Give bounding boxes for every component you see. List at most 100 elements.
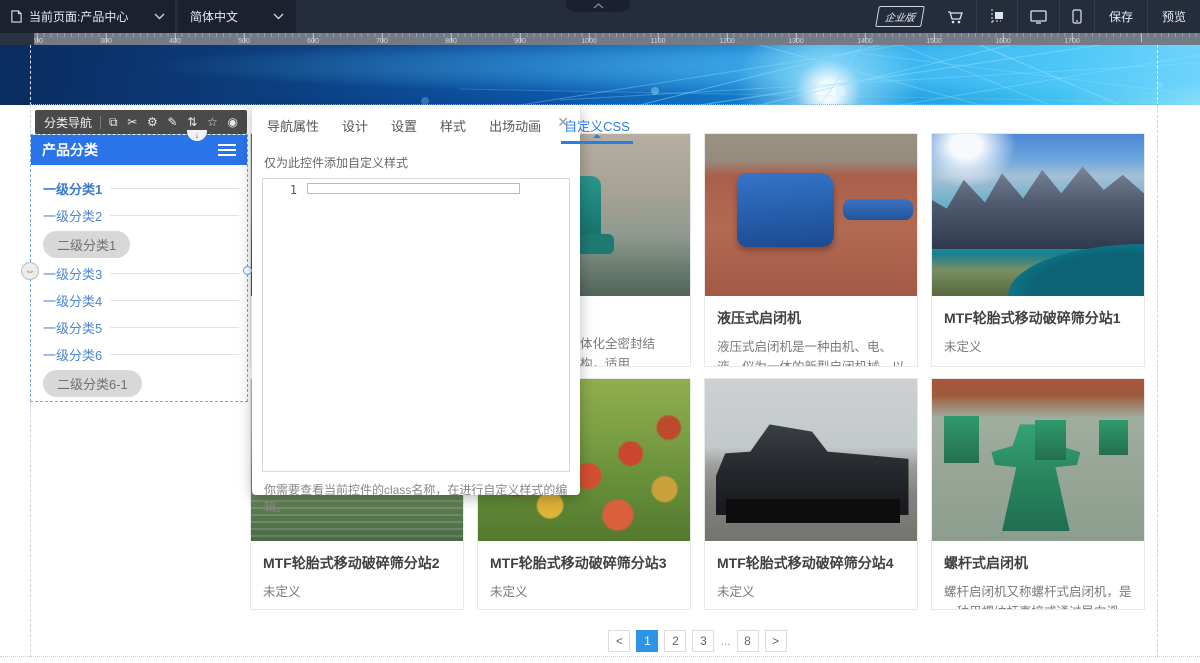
pagination-button-2[interactable]: 2	[664, 630, 686, 652]
chevron-up-icon	[593, 3, 604, 9]
category-pill[interactable]: 二级分类1	[43, 231, 130, 258]
product-description: 螺杆启闭机又称螺杆式启闭机，是一种用螺纹杆直接或通过导向滑块、连杆与闸门门...	[944, 582, 1132, 610]
product-card[interactable]: 液压式启闭机液压式启闭机是一种由机、电、液、仪为一体的新型启闭机械，以液压缸为主…	[704, 133, 918, 367]
dialog-tab-设计[interactable]: 设计	[339, 116, 371, 144]
ruler-label: 900	[514, 38, 526, 45]
css-code-editor[interactable]: 1	[262, 178, 570, 472]
widget-toolbar-icons: ⧉ ✂ ⚙ ✎ ⇅ ☆ ◉	[109, 116, 238, 128]
dialog-tab-导航属性[interactable]: 导航属性	[264, 116, 322, 144]
category-item-一级分类4[interactable]: 一级分类4	[43, 287, 239, 314]
product-info: MTF轮胎式移动破碎筛分站4未定义	[705, 541, 917, 610]
line-number-gutter: 1	[263, 179, 307, 471]
dialog-subtitle: 仅为此控件添加自定义样式	[264, 154, 568, 171]
divider	[110, 327, 239, 328]
edition-badge: 企业版	[875, 6, 925, 27]
product-image	[932, 379, 1144, 541]
collapse-topbar-handle[interactable]	[566, 0, 630, 12]
pagination-button-8[interactable]: 8	[737, 630, 759, 652]
product-image	[932, 134, 1144, 296]
menu-icon[interactable]	[218, 141, 236, 159]
category-item-二级分类6-1[interactable]: 二级分类6-1	[43, 368, 239, 399]
product-description: 体化全密封结构，适用 蜗杆传动。	[580, 334, 678, 367]
category-label: 一级分类2	[43, 206, 102, 225]
product-description: 未定义	[717, 582, 905, 602]
resize-handle-right[interactable]	[243, 266, 252, 275]
move-icon[interactable]: ⇅	[187, 116, 197, 128]
category-label: 一级分类1	[43, 179, 102, 198]
product-card[interactable]: MTF轮胎式移动破碎筛分站1未定义	[931, 133, 1145, 367]
duplicate-icon[interactable]: ⧉	[109, 116, 118, 128]
ruler-label: 1500	[926, 38, 942, 45]
product-info: MTF轮胎式移动破碎筛分站1未定义	[932, 296, 1144, 366]
code-input-line[interactable]	[307, 183, 520, 194]
dialog-tab-出场动画[interactable]: 出场动画	[486, 116, 544, 144]
pagination: <123... 8 >	[250, 630, 1145, 652]
page-guide-right-lower	[1157, 105, 1158, 657]
ruler-label: 1700	[1064, 38, 1080, 45]
ruler-label: 1200	[719, 38, 735, 45]
language-selector[interactable]: 简体中文	[178, 0, 296, 33]
page-guide-left	[30, 45, 31, 105]
product-description: 未定义	[263, 582, 451, 602]
visibility-icon[interactable]: ◉	[227, 116, 237, 128]
resize-handle-left[interactable]: ⇔	[21, 262, 39, 280]
hero-banner[interactable]	[0, 45, 1200, 105]
ruler-label: 700	[376, 38, 388, 45]
product-title: MTF轮胎式移动破碎筛分站3	[490, 553, 678, 573]
product-title: MTF轮胎式移动破碎筛分站2	[263, 553, 451, 573]
ruler-label: 1300	[788, 38, 804, 45]
pagination-button-3[interactable]: 3	[692, 630, 714, 652]
pagination-button-<[interactable]: <	[608, 630, 630, 652]
dialog-tab-自定义CSS[interactable]: 自定义CSS	[561, 116, 633, 144]
dialog-tab-样式[interactable]: 样式	[437, 116, 469, 144]
dialog-tab-设置[interactable]: 设置	[388, 116, 420, 144]
chevron-down-icon	[273, 13, 284, 20]
category-item-一级分类3[interactable]: 一级分类3	[43, 260, 239, 287]
preview-button[interactable]: 预览	[1148, 0, 1200, 33]
product-info: MTF轮胎式移动破碎筛分站2 未定义	[251, 541, 463, 610]
ruler-label: 500	[238, 38, 250, 45]
category-label: 一级分类6	[43, 345, 102, 364]
category-list: 一级分类1 一级分类2 二级分类1一级分类3一级分类4一级分类5 一级分类6 二级分类6…	[31, 165, 247, 405]
dialog-footer-hint: 你需要查看当前控件的class名称，在进行自定义样式的编辑。	[264, 481, 568, 515]
ruler-label: 1100	[650, 38, 665, 45]
pagination-button-1[interactable]: 1	[636, 630, 658, 652]
cut-icon[interactable]: ✂	[127, 116, 137, 128]
topbar-actions: 企业版 保存 预览	[865, 0, 1200, 33]
product-info: MTF轮胎式移动破碎筛分站3未定义	[478, 541, 690, 610]
pagination-button->[interactable]: >	[765, 630, 787, 652]
category-item-一级分类1[interactable]: 一级分类1	[43, 175, 239, 202]
divider	[110, 300, 239, 301]
settings-icon[interactable]: ⚙	[147, 116, 158, 128]
product-card[interactable]: 螺杆式启闭机螺杆启闭机又称螺杆式启闭机，是一种用螺纹杆直接或通过导向滑块、连杆与…	[931, 378, 1145, 610]
close-icon[interactable]: ✕	[557, 115, 569, 129]
ruler-label: 1000	[581, 38, 597, 45]
code-area[interactable]	[307, 179, 569, 471]
category-pill[interactable]: 二级分类6-1	[43, 370, 142, 397]
desktop-view-icon[interactable]	[1018, 0, 1059, 33]
chevron-down-icon	[154, 13, 165, 20]
widget-settings-dialog: 导航属性设计设置样式出场动画自定义CSS ✕ 仅为此控件添加自定义样式 1 你需…	[252, 105, 580, 495]
product-image	[705, 379, 917, 541]
edit-icon[interactable]: ✎	[167, 116, 177, 128]
category-item-一级分类2[interactable]: 一级分类2	[43, 202, 239, 229]
category-item-一级分类5[interactable]: 一级分类5	[43, 314, 239, 341]
pagination-ellipsis: ...	[720, 630, 730, 652]
mobile-view-icon[interactable]	[1060, 0, 1094, 33]
snap-align-icon[interactable]	[977, 0, 1017, 33]
product-title: 螺杆式启闭机	[944, 553, 1132, 573]
save-button[interactable]: 保存	[1095, 0, 1147, 33]
favorite-icon[interactable]: ☆	[207, 116, 218, 128]
category-panel-header: 产品分类	[31, 135, 247, 165]
ruler-label: 800	[445, 38, 457, 45]
dialog-tabs: 导航属性设计设置样式出场动画自定义CSS	[252, 105, 580, 144]
cart-icon[interactable]	[935, 0, 976, 33]
category-item-一级分类6[interactable]: 一级分类6	[43, 341, 239, 368]
category-nav-widget[interactable]: 产品分类 一级分类1 一级分类2 二级分类1一级分类3一级分类4一级分类5 一级分类6…	[30, 134, 248, 402]
page-selector[interactable]: 当前页面:产品中心	[0, 0, 175, 33]
editor-stage: 体化全密封结构，适用 蜗杆传动。液压式启闭机液压式启闭机是一种由机、电、液、仪为…	[0, 0, 1200, 663]
product-card[interactable]: MTF轮胎式移动破碎筛分站4未定义	[704, 378, 918, 610]
page-icon	[10, 10, 23, 23]
category-item-二级分类1[interactable]: 二级分类1	[43, 229, 239, 260]
widget-toolbar: 分类导航 ⧉✂⚙✎⇅☆◉	[35, 110, 247, 134]
